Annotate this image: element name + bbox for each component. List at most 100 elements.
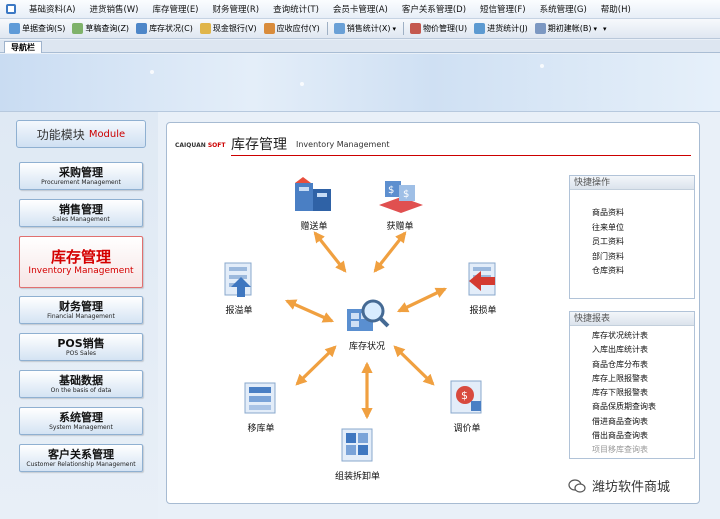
page-title: 库存管理 — [231, 137, 287, 153]
decorative-banner — [0, 54, 720, 112]
report-project-transfer[interactable]: 项目移库查询表 — [570, 443, 694, 457]
assembly-icon — [341, 428, 372, 462]
watermark: 潍坊软件商城 — [568, 476, 670, 495]
sparkle-decoration — [540, 64, 544, 68]
module-pos-sales-button[interactable]: POS销售 POS Sales — [19, 333, 143, 361]
ledger-icon — [263, 23, 275, 34]
page-title-en: Inventory Management — [296, 140, 390, 149]
draft-icon — [72, 23, 84, 34]
quick-operations-title: 快捷操作 — [570, 176, 694, 190]
module-procurement-button[interactable]: 采购管理 Procurement Management — [19, 162, 143, 190]
menu-item-sms[interactable]: 短信管理(F) — [473, 3, 533, 15]
purchase-chart-icon — [474, 23, 486, 34]
report-shelf-life[interactable]: 商品保质期查询表 — [570, 400, 694, 414]
module-sales-button[interactable]: 销售管理 Sales Management — [19, 199, 143, 227]
module-finance-button[interactable]: 财务管理 Financial Management — [19, 296, 143, 324]
title-underline — [231, 155, 691, 156]
node-assembly[interactable]: 组装拆卸单 — [335, 423, 380, 482]
chevron-down-icon[interactable]: ▾ — [392, 25, 396, 33]
toolbar-overflow-icon[interactable]: ▾ — [603, 25, 607, 33]
menu-item-inventory[interactable]: 库存管理(E) — [146, 3, 206, 15]
node-gift-out[interactable]: 赠送单 — [291, 175, 337, 232]
stock-icon — [136, 23, 148, 34]
quick-operations-panel: 快捷操作 商品资料 往来单位 员工资料 部门资料 仓库资料 — [569, 175, 695, 299]
svg-text:$: $ — [403, 189, 409, 200]
node-transfer[interactable]: 移库单 — [239, 375, 283, 434]
node-loss[interactable]: 报损单 — [461, 257, 505, 316]
price-adjust-icon: $ — [450, 380, 482, 414]
app-icon[interactable] — [4, 2, 18, 16]
quick-reports-panel: 快捷报表 库存状况统计表 入库出库统计表 商品仓库分布表 库存上限报警表 库存下… — [569, 311, 695, 459]
currency-exchange-icon: $ $ — [379, 181, 423, 213]
sparkle-decoration — [300, 82, 304, 86]
sparkle-decoration — [150, 70, 154, 74]
hub-stock-status[interactable]: 库存状况 — [343, 295, 391, 352]
svg-text:$: $ — [388, 185, 394, 196]
toolbar-cash-bank-button[interactable]: 现金银行(V) — [197, 21, 260, 37]
arrow-loss — [396, 287, 448, 313]
report-stock-status[interactable]: 库存状况统计表 — [570, 329, 694, 343]
menu-item-help[interactable]: 帮助(H) — [594, 3, 638, 15]
hub-label: 库存状况 — [348, 342, 385, 352]
report-warehouse-distribution[interactable]: 商品仓库分布表 — [570, 358, 694, 372]
report-borrowed-in[interactable]: 借进商品查询表 — [570, 415, 694, 429]
book-icon — [534, 23, 546, 34]
menu-item-finance[interactable]: 财务管理(R) — [206, 3, 267, 15]
inventory-flow-diagram: 库存状况 赠送单 $ $ 获赠单 报溢单 报损单 移库单 $ 调价单 组装拆卸单 — [167, 159, 567, 504]
quick-op-product-data[interactable]: 商品资料 — [570, 206, 694, 221]
chart-icon — [333, 23, 345, 34]
toolbar-purchase-stats-button[interactable]: 进货统计(J) — [471, 21, 531, 37]
module-panel-header: 功能模块 Module — [16, 120, 146, 148]
toolbar-price-management-button[interactable]: 物价管理(U) — [407, 21, 470, 37]
report-upper-limit-alert[interactable]: 库存上限报警表 — [570, 372, 694, 386]
module-panel: 功能模块 Module 采购管理 Procurement Management 销售… — [0, 112, 158, 519]
arrow-price-adjust — [393, 345, 435, 386]
stock-loss-icon — [468, 262, 496, 296]
chevron-down-icon[interactable]: ▾ — [593, 25, 597, 33]
node-price-adjust[interactable]: $ 调价单 — [445, 375, 489, 434]
arrow-gift-out — [313, 231, 347, 273]
arrow-transfer — [295, 345, 337, 386]
magnifier-icon — [347, 299, 390, 331]
toolbar-bill-query-button[interactable]: 单据查询(S) — [6, 21, 68, 37]
module-basic-data-button[interactable]: 基础数据 On the basis of data — [19, 370, 143, 398]
menu-item-crm[interactable]: 客户关系管理(D) — [395, 3, 473, 15]
report-borrowed-out[interactable]: 借出商品查询表 — [570, 429, 694, 443]
menu-item-member-card[interactable]: 会员卡管理(A) — [326, 3, 395, 15]
quick-op-partners[interactable]: 往来单位 — [570, 221, 694, 236]
toolbar-receivable-payable-button[interactable]: 应收应付(Y) — [261, 21, 323, 37]
toolbar-separator — [326, 22, 328, 35]
tab-navigation[interactable]: 导航栏 — [4, 41, 42, 53]
menu-bar: 基础资料(A) 进货销售(W) 库存管理(E) 财务管理(R) 查询统计(T) … — [0, 0, 720, 19]
stock-overflow-icon — [224, 262, 252, 297]
price-tag-icon — [410, 23, 421, 34]
wechat-icon — [568, 478, 586, 493]
node-gift-in[interactable]: $ $ 获赠单 — [375, 175, 425, 232]
toolbar-opening-accounts-button[interactable]: 期初建帐(B) ▾ — [532, 21, 600, 37]
main-header: CAIQUAN SOFT 库存管理 Inventory Management — [167, 131, 699, 157]
menu-item-basic-data[interactable]: 基础资料(A) — [22, 3, 82, 15]
toolbar-stock-status-button[interactable]: 库存状况(C) — [133, 21, 196, 37]
quick-op-employees[interactable]: 员工资料 — [570, 235, 694, 250]
main-content-panel: CAIQUAN SOFT 库存管理 Inventory Management 库… — [166, 122, 700, 504]
brand-label: CAIQUAN SOFT — [175, 142, 226, 149]
toolbar: 单据查询(S) 草稿查询(Z) 库存状况(C) 现金银行(V) 应收应付(Y) … — [0, 19, 720, 39]
nav-tab-row: 导航栏 — [0, 40, 720, 53]
report-lower-limit-alert[interactable]: 库存下限报警表 — [570, 386, 694, 400]
toolbar-sales-stats-button[interactable]: 销售统计(X) ▾ — [331, 21, 399, 37]
arrow-gift-in — [373, 231, 407, 273]
cash-icon — [199, 23, 211, 34]
menu-item-purchase-sales[interactable]: 进货销售(W) — [82, 3, 145, 15]
quick-reports-title: 快捷报表 — [570, 312, 694, 326]
module-system-button[interactable]: 系统管理 System Management — [19, 407, 143, 435]
module-crm-button[interactable]: 客户关系管理 Customer Relationship Management — [19, 444, 143, 472]
module-inventory-button[interactable]: 库存管理 Inventory Management — [19, 236, 143, 288]
menu-item-query-stats[interactable]: 查询统计(T) — [266, 3, 326, 15]
quick-op-warehouses[interactable]: 仓库资料 — [570, 264, 694, 279]
node-overflow[interactable]: 报溢单 — [217, 257, 261, 316]
quick-op-departments[interactable]: 部门资料 — [570, 250, 694, 265]
toolbar-draft-query-button[interactable]: 草稿查询(Z) — [69, 21, 132, 37]
menu-item-system[interactable]: 系统管理(G) — [533, 3, 594, 15]
document-icon — [9, 23, 20, 34]
report-in-out-stats[interactable]: 入库出库统计表 — [570, 343, 694, 357]
